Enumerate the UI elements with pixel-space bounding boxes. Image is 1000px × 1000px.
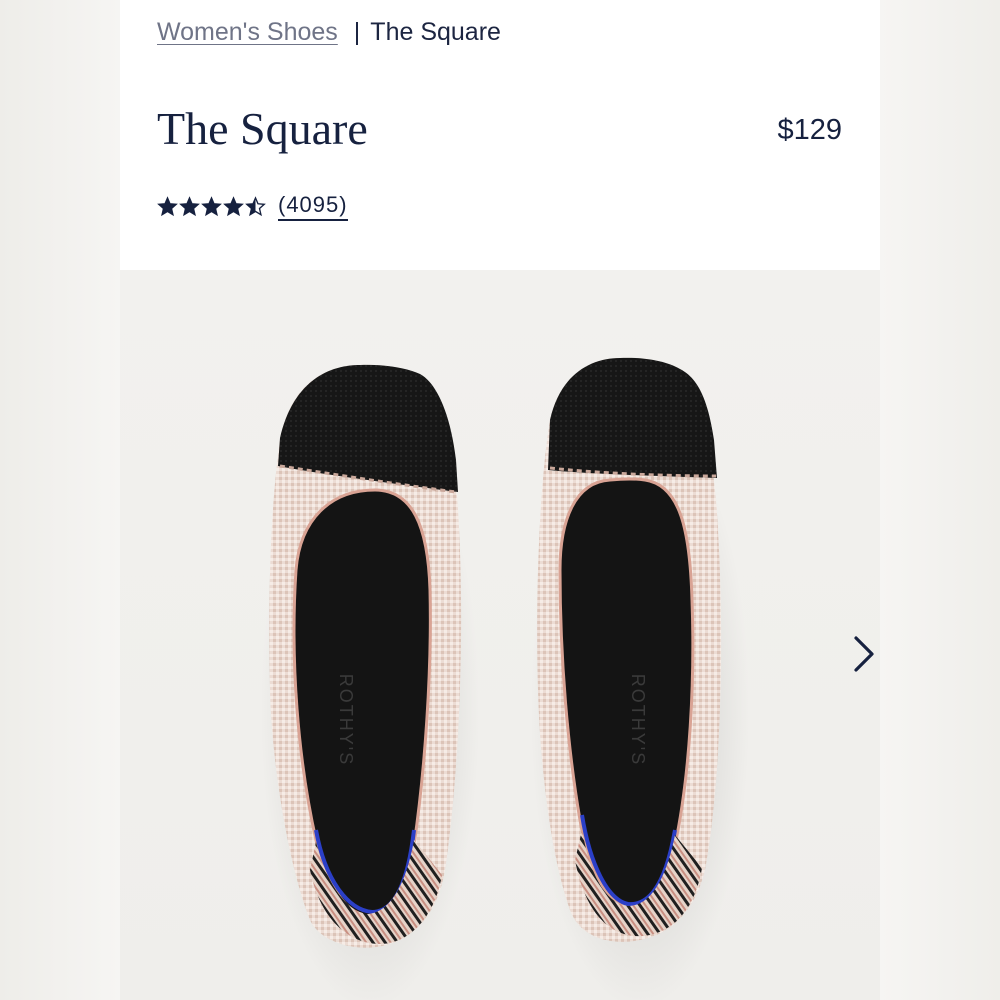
right-shoe: ROTHY'S (537, 357, 722, 942)
product-image-gallery: ROTHY'S ROTHY'S (120, 270, 880, 1000)
left-insole-brand: ROTHY'S (336, 674, 356, 766)
chevron-right-icon[interactable] (842, 632, 882, 676)
product-title: The Square (157, 103, 368, 154)
breadcrumb: Women's Shoes | The Square (157, 18, 501, 47)
star-icon (223, 196, 244, 217)
product-image: ROTHY'S ROTHY'S (260, 357, 750, 1000)
star-icon (179, 196, 200, 217)
review-count-link[interactable]: (4095) (278, 192, 348, 221)
product-rating: (4095) (157, 192, 348, 221)
product-header: Women's Shoes | The Square The Square $1… (120, 0, 880, 270)
right-insole-brand: ROTHY'S (628, 674, 648, 766)
breadcrumb-current: The Square (370, 18, 501, 46)
product-price: $129 (777, 114, 842, 146)
left-shoe: ROTHY'S (269, 364, 462, 948)
star-icon (201, 196, 222, 217)
breadcrumb-womens-shoes-link[interactable]: Women's Shoes (157, 18, 338, 47)
product-page: Women's Shoes | The Square The Square $1… (0, 0, 1000, 1000)
star-icon (245, 196, 266, 217)
star-rating (157, 196, 266, 217)
breadcrumb-separator: | (353, 18, 361, 46)
star-icon (157, 196, 178, 217)
